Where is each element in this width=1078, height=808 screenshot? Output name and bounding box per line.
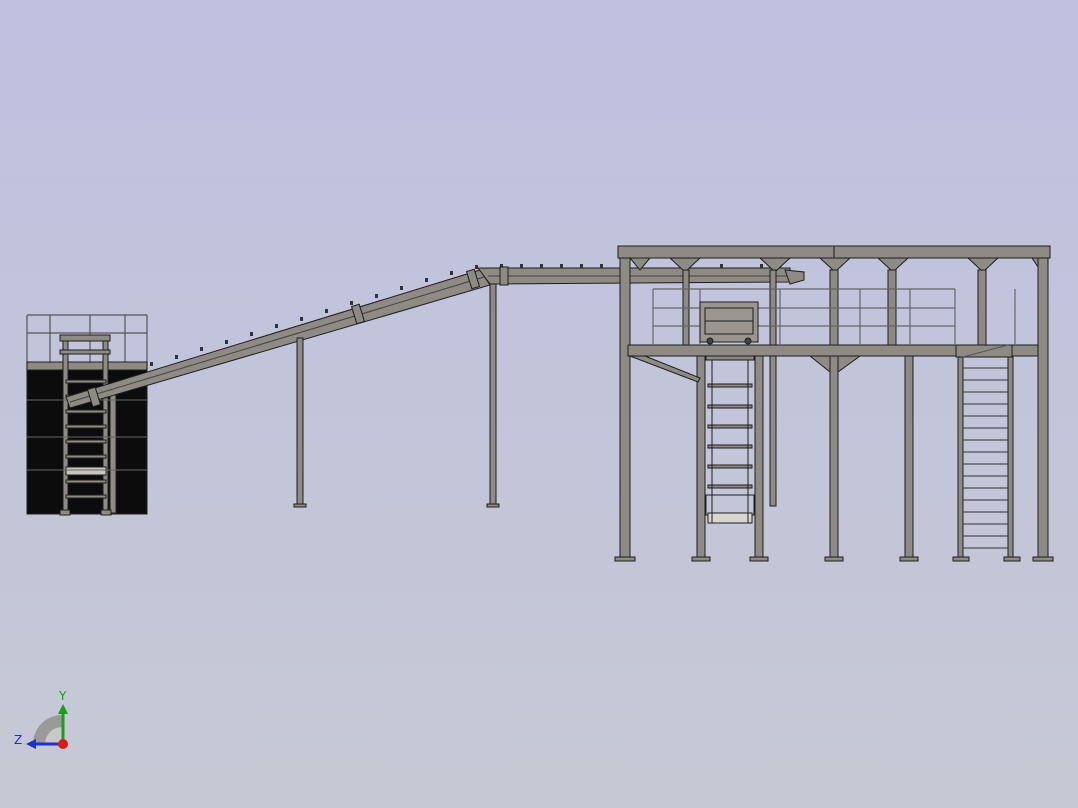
cad-graphics-viewport[interactable]: Y Z: [0, 0, 1078, 808]
viewport-background: [0, 0, 1078, 808]
x-axis-dot: [58, 739, 68, 749]
y-axis-label: Y: [58, 689, 67, 703]
z-axis-label: Z: [14, 733, 22, 747]
vibrating-screen: [699, 301, 759, 345]
